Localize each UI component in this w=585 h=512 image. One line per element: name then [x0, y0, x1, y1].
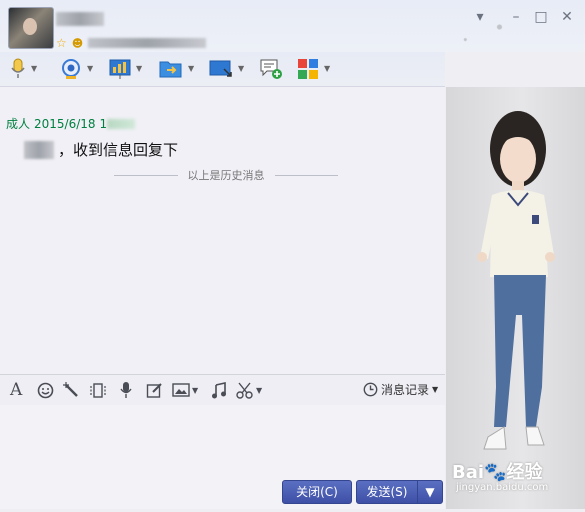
- message-history[interactable]: 成人 2015/6/18 1 ，收到信息回复下 以上是历史消息: [0, 87, 445, 374]
- mentioned-name-redacted: [24, 140, 54, 159]
- screen-share-button[interactable]: ▼: [209, 58, 244, 80]
- message-time: 1: [99, 116, 108, 131]
- chevron-down-icon: ▼: [425, 485, 435, 499]
- input-toolbar: A ▼ ▼ 消息记录 ▼: [0, 374, 445, 405]
- font-icon: A: [10, 380, 23, 400]
- chevron-down-icon[interactable]: ▼: [87, 65, 93, 73]
- remote-desktop-button[interactable]: ▼: [109, 58, 142, 80]
- image-icon: [172, 383, 190, 397]
- history-divider: 以上是历史消息: [114, 167, 338, 183]
- send-button[interactable]: 发送(S): [356, 480, 418, 504]
- chevron-down-icon[interactable]: ▼: [324, 65, 330, 73]
- magic-expression-button[interactable]: [63, 381, 80, 399]
- chevron-down-icon: ▼: [432, 385, 439, 394]
- voice-message-button[interactable]: [119, 381, 133, 399]
- magic-wand-icon: [63, 381, 78, 397]
- title-bar: ☆ ☻ ▾ – □ ✕: [0, 0, 585, 90]
- message-body: ，收到信息回复下: [24, 139, 178, 160]
- screen-icon: [209, 60, 232, 77]
- chevron-down-icon[interactable]: ▼: [192, 386, 198, 395]
- create-discussion-button[interactable]: [259, 58, 283, 80]
- chat-window: ☆ ☻ ▾ – □ ✕ ▼ ▼ ▼ ▼ ▼ ▼ 成人 2015/6/18 1 ，…: [0, 0, 585, 509]
- window-shake-button[interactable]: [89, 381, 107, 399]
- clock-icon: [363, 382, 378, 397]
- chevron-down-icon[interactable]: ▼: [188, 65, 194, 73]
- chevron-down-icon[interactable]: ▼: [238, 65, 244, 73]
- send-options-button[interactable]: ▼: [417, 480, 443, 504]
- qzone-icon[interactable]: ☻: [72, 38, 83, 49]
- chat-toolbar: ▼ ▼ ▼ ▼ ▼ ▼: [0, 52, 445, 87]
- emoji-button[interactable]: [37, 381, 54, 399]
- chevron-down-icon[interactable]: ▼: [31, 65, 37, 73]
- graffiti-button[interactable]: [146, 381, 163, 399]
- send-file-button[interactable]: ▼: [159, 58, 194, 80]
- apps-grid-icon: [298, 59, 318, 79]
- close-button[interactable]: 关闭(C): [282, 480, 352, 504]
- edit-icon: [146, 382, 162, 398]
- message-time-redacted: [107, 118, 136, 129]
- minimize-button[interactable]: –: [506, 9, 526, 25]
- voice-call-button[interactable]: ▼: [10, 58, 37, 80]
- font-button[interactable]: A: [10, 380, 23, 400]
- presentation-icon: [109, 59, 131, 79]
- chat-add-icon: [260, 59, 282, 79]
- history-divider-label: 以上是历史消息: [187, 169, 265, 182]
- music-button[interactable]: [211, 381, 227, 399]
- message-header: 成人 2015/6/18 1: [6, 115, 136, 132]
- contact-nickname-redacted[interactable]: [56, 12, 104, 26]
- message-history-button[interactable]: 消息记录 ▼: [363, 381, 438, 398]
- message-date: 2015/6/18: [34, 116, 96, 131]
- menu-dropdown-icon[interactable]: ▾: [470, 9, 490, 25]
- folder-transfer-icon: [159, 61, 182, 78]
- shake-icon: [90, 382, 106, 398]
- divider-line: [114, 174, 178, 176]
- smiley-icon: [37, 382, 54, 398]
- divider-line: [274, 174, 338, 176]
- music-note-icon: [212, 381, 226, 398]
- apps-button[interactable]: ▼: [297, 58, 330, 80]
- video-call-button[interactable]: ▼: [60, 58, 93, 80]
- microphone-icon: [120, 382, 132, 398]
- baidu-watermark: Bai🐾经验: [452, 462, 543, 483]
- chevron-down-icon[interactable]: ▼: [256, 386, 262, 395]
- avatar-show-panel: [446, 87, 585, 509]
- message-text: ，收到信息回复下: [58, 141, 179, 159]
- maximize-button[interactable]: □: [531, 9, 551, 25]
- send-image-button[interactable]: ▼: [172, 381, 198, 399]
- chevron-down-icon[interactable]: ▼: [136, 65, 142, 73]
- screenshot-button[interactable]: ▼: [236, 381, 262, 399]
- contact-avatar[interactable]: [8, 7, 54, 49]
- message-history-label: 消息记录: [381, 383, 430, 397]
- close-window-button[interactable]: ✕: [557, 9, 577, 25]
- microphone-icon: [11, 58, 25, 78]
- webcam-icon: [62, 59, 80, 79]
- contact-status-row: ☆ ☻: [56, 36, 207, 50]
- favorite-star-icon[interactable]: ☆: [56, 37, 67, 49]
- avatar-show-figure: [477, 111, 555, 450]
- baidu-watermark-url: jingyan.baidu.com: [456, 482, 549, 493]
- message-sender: 成人: [6, 117, 31, 131]
- scissors-icon: [236, 382, 253, 399]
- contact-signature-redacted: [88, 38, 207, 48]
